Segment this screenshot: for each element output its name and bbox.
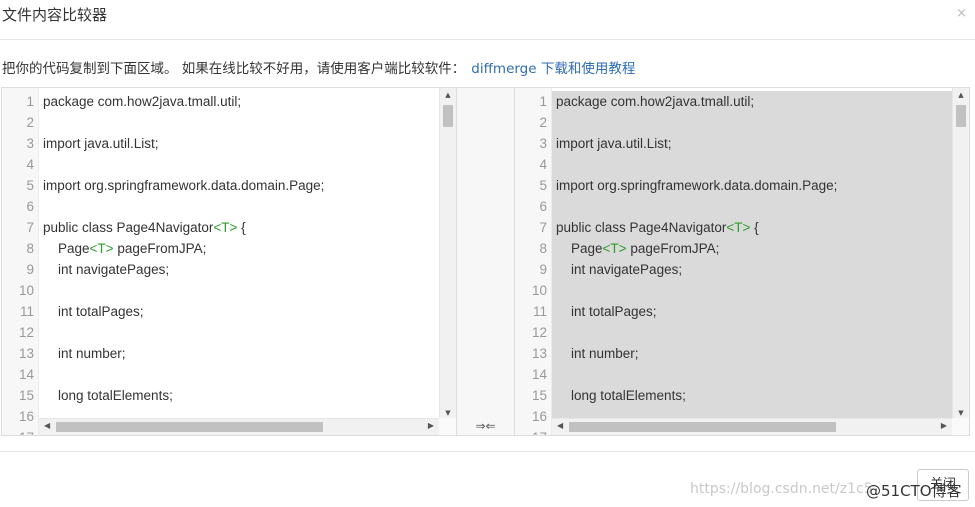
line-number: 10 xyxy=(18,283,34,298)
scroll-corner xyxy=(952,418,969,435)
code-line: import org.springframework.data.domain.P… xyxy=(43,178,325,193)
line-number: 3 xyxy=(539,136,547,151)
line-number: 15 xyxy=(531,388,547,403)
line-number: 16 xyxy=(531,409,547,424)
code-line: int totalPages; xyxy=(43,304,144,319)
line-number: 7 xyxy=(26,220,34,235)
line-number: 12 xyxy=(531,325,547,340)
code-line: int number; xyxy=(556,346,639,361)
line-number: 1 xyxy=(26,94,34,109)
generic-type-token: <T> xyxy=(726,220,751,235)
line-number-gutter: 1234567891011121314151617 xyxy=(515,88,552,435)
generic-type-token: <T> xyxy=(213,220,238,235)
line-number: 2 xyxy=(539,115,547,130)
scroll-down-icon[interactable]: ▼ xyxy=(953,409,969,417)
code-line: Page<T> pageFromJPA; xyxy=(43,241,207,256)
code-area[interactable]: package com.how2java.tmall.util; import j… xyxy=(39,88,439,435)
vertical-scrollbar[interactable]: ▲ ▼ xyxy=(952,88,969,420)
line-number: 1 xyxy=(539,94,547,109)
scroll-left-icon[interactable]: ◀ xyxy=(557,421,563,430)
horizontal-scrollbar[interactable]: ◀ ▶ xyxy=(552,418,952,435)
code-line: int navigatePages; xyxy=(43,262,170,277)
line-number: 3 xyxy=(26,136,34,151)
line-number: 16 xyxy=(18,409,34,424)
horizontal-scrollbar[interactable]: ◀ ▶ xyxy=(39,418,439,435)
generic-type-token: <T> xyxy=(602,241,627,256)
line-number: 4 xyxy=(26,157,34,172)
code-line: public class Page4Navigator<T> { xyxy=(556,220,759,235)
line-number: 4 xyxy=(539,157,547,172)
scroll-down-icon[interactable]: ▼ xyxy=(440,409,456,417)
scroll-thumb[interactable] xyxy=(56,422,323,432)
merge-button[interactable]: ⇒⇐ xyxy=(457,419,514,433)
code-line: package com.how2java.tmall.util; xyxy=(43,94,242,109)
scroll-thumb[interactable] xyxy=(443,105,453,127)
line-number: 11 xyxy=(19,304,34,319)
code-line: long totalElements; xyxy=(556,388,686,403)
code-line: public class Page4Navigator<T> { xyxy=(43,220,246,235)
code-line: Page<T> pageFromJPA; xyxy=(556,241,720,256)
intro-text: 把你的代码复制到下面区域。 如果在线比较不好用，请使用客户端比较软件： xyxy=(2,61,466,77)
line-number: 15 xyxy=(18,388,34,403)
right-code-editor[interactable]: 1234567891011121314151617 package com.ho… xyxy=(514,87,970,436)
scroll-right-icon[interactable]: ▶ xyxy=(428,421,434,430)
watermark-brand: @51CTO博客 xyxy=(866,482,962,500)
code-line: package com.how2java.tmall.util; xyxy=(556,94,755,109)
line-number: 7 xyxy=(539,220,547,235)
scroll-up-icon[interactable]: ▲ xyxy=(953,91,969,99)
line-number: 11 xyxy=(532,304,547,319)
line-number: 8 xyxy=(26,241,34,256)
vertical-scrollbar[interactable]: ▲ ▼ xyxy=(439,88,456,420)
line-number: 10 xyxy=(531,283,547,298)
line-number: 8 xyxy=(539,241,547,256)
code-line: import org.springframework.data.domain.P… xyxy=(556,178,838,193)
line-number: 17 xyxy=(4,430,34,435)
merge-gap: ⇒⇐ xyxy=(457,87,514,436)
line-number: 6 xyxy=(26,199,34,214)
left-code-editor[interactable]: 1234567891011121314151617 package com.ho… xyxy=(1,87,457,436)
line-number: 5 xyxy=(26,178,34,193)
code-line: int totalPages; xyxy=(556,304,657,319)
line-number: 12 xyxy=(18,325,34,340)
code-line: int number; xyxy=(43,346,126,361)
scroll-thumb[interactable] xyxy=(569,422,836,432)
code-line: import java.util.List; xyxy=(43,136,159,151)
code-area[interactable]: package com.how2java.tmall.util; import j… xyxy=(552,88,952,435)
intro-line: 把你的代码复制到下面区域。 如果在线比较不好用，请使用客户端比较软件： diffm… xyxy=(2,57,635,77)
line-number: 14 xyxy=(531,367,547,382)
dialog-footer: 关闭 https://blog.csdn.net/z1c5 @51CTO博客 xyxy=(0,451,975,507)
line-number: 9 xyxy=(26,262,34,277)
dialog-title: 文件内容比较器 xyxy=(2,6,108,24)
line-number: 2 xyxy=(26,115,34,130)
scroll-thumb[interactable] xyxy=(956,105,966,127)
line-number: 13 xyxy=(18,346,34,361)
close-icon[interactable]: × xyxy=(956,6,967,21)
line-number: 6 xyxy=(539,199,547,214)
line-number: 9 xyxy=(539,262,547,277)
code-line: int navigatePages; xyxy=(556,262,683,277)
line-number: 5 xyxy=(539,178,547,193)
generic-type-token: <T> xyxy=(89,241,114,256)
watermark-text: https://blog.csdn.net/z1c5 xyxy=(690,481,873,497)
dialog-header: 文件内容比较器 × xyxy=(0,0,975,40)
scroll-corner xyxy=(439,418,456,435)
line-number: 14 xyxy=(18,367,34,382)
line-number: 17 xyxy=(517,430,547,435)
scroll-left-icon[interactable]: ◀ xyxy=(44,421,50,430)
line-number: 13 xyxy=(531,346,547,361)
line-number-gutter: 1234567891011121314151617 xyxy=(2,88,39,435)
scroll-right-icon[interactable]: ▶ xyxy=(941,421,947,430)
diffmerge-link[interactable]: diffmerge 下载和使用教程 xyxy=(471,61,635,77)
scroll-up-icon[interactable]: ▲ xyxy=(440,91,456,99)
code-line: long totalElements; xyxy=(43,388,173,403)
code-line: import java.util.List; xyxy=(556,136,672,151)
